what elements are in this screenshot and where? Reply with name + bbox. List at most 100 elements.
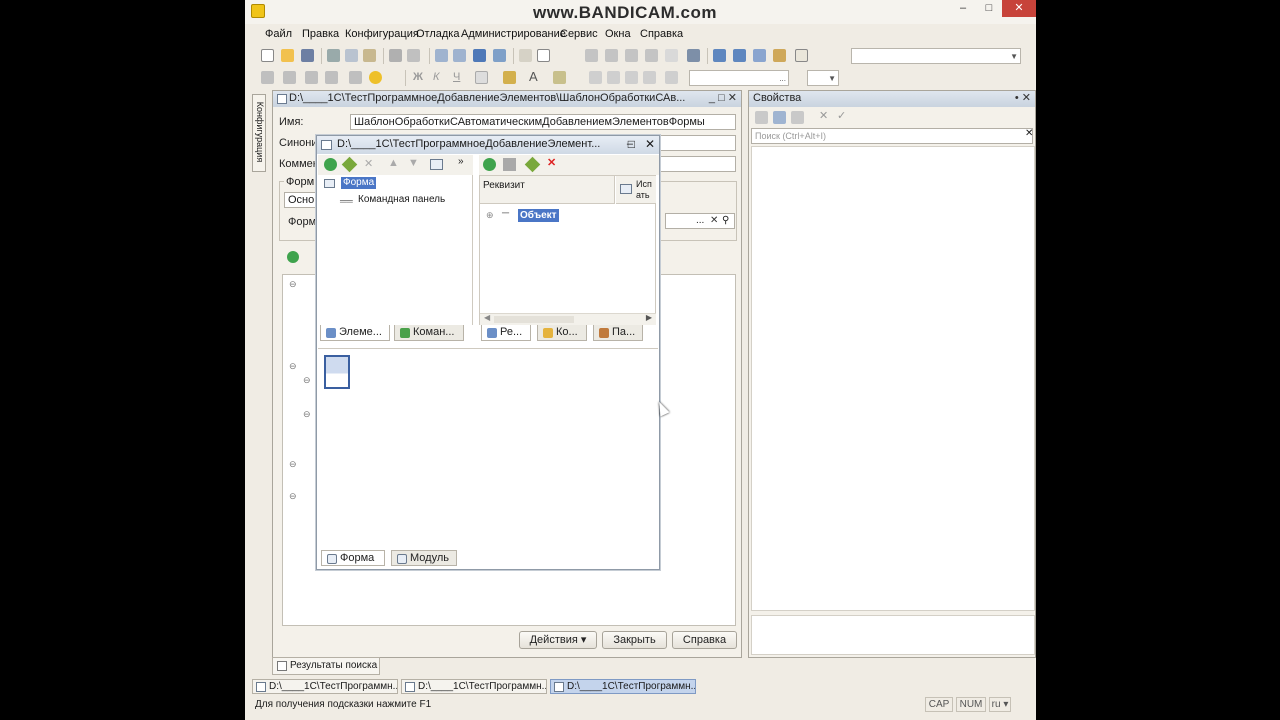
edit-attribute-icon[interactable] (524, 156, 541, 173)
filter-icon[interactable] (791, 111, 804, 124)
font-color-icon[interactable]: A (529, 69, 538, 84)
move-up-icon[interactable]: ▲ (388, 157, 399, 169)
highlight-icon[interactable] (553, 71, 566, 84)
layout-icon[interactable] (305, 71, 318, 84)
help-button[interactable]: Справка (672, 631, 737, 649)
print-icon[interactable] (389, 49, 402, 62)
menu-windows[interactable]: Окна (605, 28, 631, 40)
tree-collapse-icon[interactable]: ⊖ (289, 279, 297, 290)
expand-icon[interactable]: ⊕ (486, 210, 494, 221)
border-icon[interactable] (475, 71, 488, 84)
outline-next-icon[interactable] (645, 49, 658, 62)
list-icon[interactable] (261, 71, 274, 84)
minimize-button[interactable]: – (950, 0, 976, 17)
language-indicator[interactable]: ru ▾ (989, 697, 1011, 712)
tab-commands[interactable]: Коман... (394, 325, 464, 341)
underline-icon[interactable]: Ч (453, 71, 460, 83)
outline-expand-icon[interactable] (585, 49, 598, 62)
search-results-tab[interactable]: Результаты поиска (272, 657, 380, 675)
tree-collapse-icon[interactable]: ⊖ (289, 491, 297, 502)
close-window-button[interactable]: Закрыть (602, 631, 667, 649)
categories-icon[interactable] (773, 111, 786, 124)
menu-help[interactable]: Справка (640, 28, 683, 40)
cut-icon[interactable] (327, 49, 340, 62)
attribute-table-icon[interactable] (503, 158, 516, 171)
edit-icon[interactable] (341, 156, 358, 173)
bold-icon[interactable]: Ж (413, 71, 423, 83)
clear-icon[interactable]: ✕ (710, 214, 718, 228)
find-icon[interactable] (519, 49, 532, 62)
close-button[interactable]: ✕ (1002, 0, 1036, 17)
properties-search-clear-icon[interactable]: ✕ (1025, 128, 1033, 139)
clear-filter-icon[interactable]: ✕ (819, 109, 828, 122)
attribute-object[interactable]: Объект (518, 209, 559, 222)
search-icon[interactable] (537, 49, 550, 62)
add-element-icon[interactable] (324, 158, 337, 171)
font-name-combo[interactable]: ... (689, 70, 789, 86)
form-select-dots[interactable]: ... (696, 214, 704, 228)
run-icon[interactable] (687, 49, 700, 62)
open-form-icon[interactable]: ⚲ (722, 214, 729, 228)
align-justify-icon[interactable] (643, 71, 656, 84)
properties-controls[interactable]: • ✕ (1015, 91, 1031, 106)
tab-parameters[interactable]: Па... (593, 325, 643, 341)
config-update-icon[interactable] (733, 49, 746, 62)
tree-node-command-panel[interactable]: Командная панель (358, 194, 445, 205)
config-side-tab[interactable]: Конфигурация (252, 94, 266, 172)
align-center-icon[interactable] (607, 71, 620, 84)
task-window-1[interactable]: D:\____1C\ТестПрограммн... (252, 679, 398, 694)
scroll-thumb[interactable] (494, 316, 574, 323)
tab-elements[interactable]: Элеме... (320, 325, 390, 341)
tab-commands-right[interactable]: Ко... (537, 325, 587, 341)
config-open-icon[interactable] (713, 49, 726, 62)
open-folder-icon[interactable] (281, 49, 294, 62)
copy-icon[interactable] (345, 49, 358, 62)
properties-search-input[interactable]: Поиск (Ctrl+Alt+I) (751, 128, 1033, 144)
apply-filter-icon[interactable]: ✓ (837, 109, 846, 122)
delete-icon[interactable]: ✕ (364, 157, 373, 170)
task-window-2[interactable]: D:\____1C\ТестПрограммн... (401, 679, 547, 694)
refresh-icon[interactable] (493, 49, 506, 62)
toolbar-search-combo[interactable]: ▼ (851, 48, 1021, 64)
config-compare-icon[interactable] (753, 49, 766, 62)
maximize-button[interactable]: □ (976, 0, 1002, 17)
layout-preview-icon[interactable] (430, 159, 443, 170)
menu-configuration[interactable]: Конфигурация (345, 28, 419, 40)
outline-level-icon[interactable] (625, 49, 638, 62)
redo-icon[interactable] (453, 49, 466, 62)
tab-module[interactable]: Модуль (391, 550, 457, 566)
fill-color-icon[interactable] (503, 71, 516, 84)
module-icon[interactable] (349, 71, 362, 84)
merge-icon[interactable] (665, 71, 678, 84)
form-editor-maximize[interactable]: □ (628, 136, 635, 153)
menu-edit[interactable]: Правка (302, 28, 339, 40)
menu-service[interactable]: Сервис (560, 28, 598, 40)
tree-collapse-icon[interactable]: ⊖ (303, 409, 311, 420)
add-attribute-icon[interactable] (483, 158, 496, 171)
print-preview-icon[interactable] (407, 49, 420, 62)
table-icon[interactable] (283, 71, 296, 84)
align-right-icon[interactable] (625, 71, 638, 84)
delete-attribute-icon[interactable]: ✕ (547, 156, 556, 169)
scroll-right-icon[interactable]: ▶ (646, 313, 652, 322)
grid-icon[interactable] (325, 71, 338, 84)
outline-collapse-icon[interactable] (605, 49, 618, 62)
horizontal-scrollbar[interactable]: ◀ ▶ (480, 313, 656, 325)
tab-form[interactable]: Форма (321, 550, 385, 566)
tree-node-form[interactable]: Форма (341, 177, 377, 189)
comment-field[interactable] (658, 156, 736, 172)
execute-icon[interactable] (369, 71, 382, 84)
undo-icon[interactable] (435, 49, 448, 62)
tree-collapse-icon[interactable]: ⊖ (289, 361, 297, 372)
font-size-combo[interactable]: ▼ (807, 70, 839, 86)
save-icon[interactable] (301, 49, 314, 62)
tree-collapse-icon[interactable]: ⊖ (289, 459, 297, 470)
more-icon[interactable]: » (458, 156, 464, 167)
task-window-3[interactable]: D:\____1C\ТестПрограммн... (550, 679, 696, 694)
menu-administration[interactable]: Администрирование (461, 28, 566, 40)
menu-debug[interactable]: Отладка (416, 28, 459, 40)
sort-icon[interactable] (755, 111, 768, 124)
timer-icon[interactable] (795, 49, 808, 62)
synonym-field[interactable] (658, 135, 736, 151)
processing-window-controls[interactable]: _ □ ✕ (709, 91, 737, 106)
